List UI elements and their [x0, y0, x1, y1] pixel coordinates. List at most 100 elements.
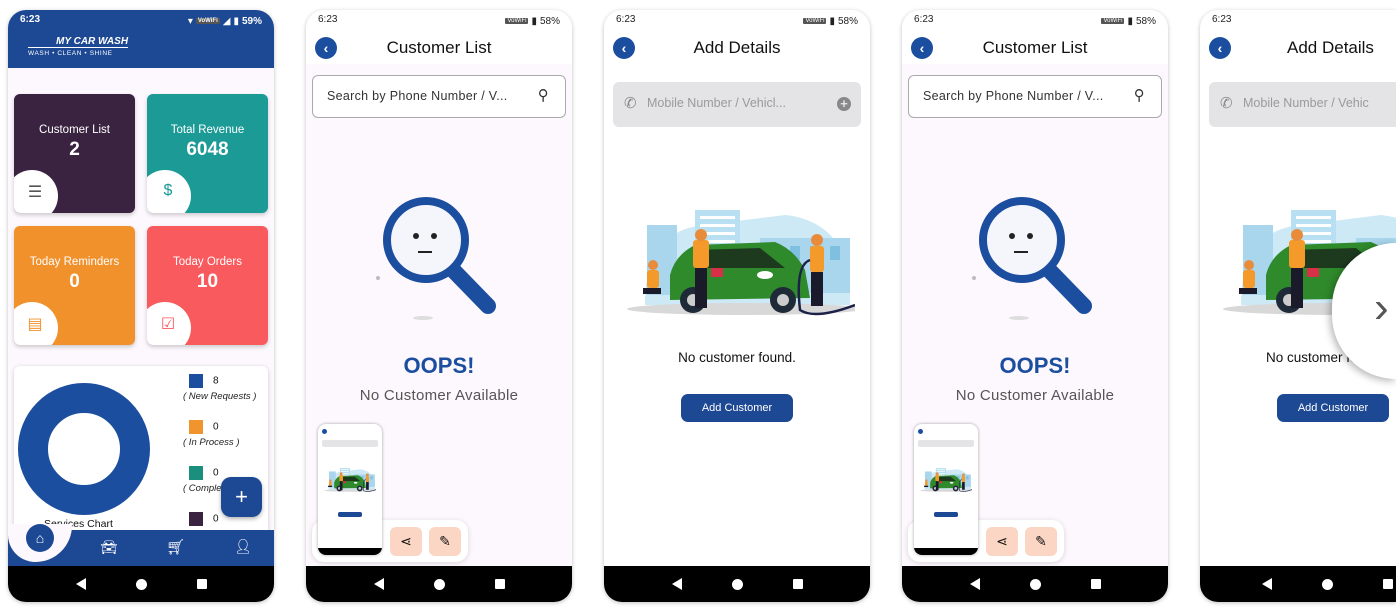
card-label: Today Orders — [172, 256, 243, 268]
empty-title: OOPS! — [403, 353, 475, 378]
reminder-icon: ▤ — [14, 302, 58, 345]
back-nav-icon[interactable] — [1262, 578, 1272, 590]
system-nav-bar — [1200, 566, 1396, 602]
search-input[interactable]: Search by Phone Number / V... ⚲ — [908, 75, 1162, 118]
services-donut-chart — [18, 383, 150, 515]
services-chart-card: Services Chart 8( New Requests ) 0( In P… — [14, 366, 268, 546]
search-input[interactable]: Search by Phone Number / V... ⚲ — [312, 75, 566, 118]
card-label: Customer List — [39, 124, 110, 136]
home-nav-icon[interactable] — [731, 578, 743, 590]
card-today-reminders[interactable]: Today Reminders 0 ▤ — [14, 226, 135, 345]
recents-nav-icon[interactable] — [1090, 579, 1101, 589]
page-title: Customer List — [982, 38, 1088, 57]
empty-message: No Customer Available — [359, 387, 519, 404]
empty-message: No customer found. — [678, 350, 796, 365]
field-placeholder: Mobile Number / Vehicl... — [647, 96, 786, 110]
empty-title: OOPS! — [999, 353, 1071, 378]
status-bar: 6:23 ▾ VoWiFi ◢ ▮ 59% — [20, 14, 262, 28]
status-bar: 6:23 VoWiFi ▮ 58% — [914, 14, 1156, 28]
status-time: 6:23 — [1212, 14, 1232, 25]
add-fab[interactable]: + — [221, 477, 262, 517]
brand-logo: MY CAR WASH WASH • CLEAN • SHINE — [28, 36, 129, 57]
search-placeholder: Search by Phone Number / V... — [923, 89, 1104, 103]
app-bar: ‹ Customer List — [306, 32, 572, 64]
phone-screen-add-details: 6:23 VoWiFi ▮ 58% ‹ Add Details ✆ Mobile Numb… — [604, 10, 870, 602]
home-nav-icon[interactable] — [1322, 578, 1333, 590]
home-nav-icon[interactable] — [135, 578, 147, 590]
card-value: 0 — [69, 271, 80, 292]
app-bar: ‹ Customer List — [902, 32, 1168, 64]
battery-level: 58% — [539, 15, 560, 27]
legend-value: 0 — [213, 513, 219, 525]
phone-screen-home: 6:23 ▾ VoWiFi ◢ ▮ 59% MY CAR WASH WASH • CLE… — [8, 10, 274, 602]
legend-other: 0 — [189, 512, 219, 526]
card-value: 2 — [69, 139, 80, 160]
search-placeholder: Search by Phone Number / V... — [327, 89, 508, 103]
revenue-icon: $ — [147, 170, 191, 213]
status-bar: 6:23 VoWiFi ▮ 58% — [616, 14, 858, 28]
car-icon[interactable]: 🚘︎ — [100, 539, 118, 556]
field-placeholder: Mobile Number / Vehic — [1243, 96, 1369, 110]
mobile-vehicle-input[interactable]: ✆ Mobile Number / Vehicl... + — [613, 82, 861, 127]
mobile-vehicle-input[interactable]: ✆ Mobile Number / Vehic — [1209, 82, 1396, 127]
phone-screen-customer-list: 6:23 VoWiFi ▮ 58% ‹ Customer List Search by … — [306, 10, 572, 602]
card-label: Total Revenue — [170, 124, 245, 136]
status-bar: 6:23 VoWiFi ▮ 58% — [318, 14, 560, 28]
screenshot-thumbnail[interactable] — [914, 424, 978, 555]
page-title: Add Details — [1287, 38, 1374, 57]
battery-icon: ▮ — [829, 15, 835, 27]
recents-nav-icon[interactable] — [494, 579, 505, 589]
edit-icon[interactable]: ✎ — [1025, 527, 1057, 556]
system-nav-bar — [8, 566, 274, 602]
card-value: 10 — [196, 271, 219, 292]
battery-level: 59% — [241, 15, 262, 27]
screenshot-thumbnail[interactable] — [318, 424, 382, 555]
battery-icon: ▮ — [1127, 15, 1133, 27]
search-icon[interactable]: ⚲ — [1134, 86, 1145, 104]
share-icon[interactable]: ⋖ — [390, 527, 422, 556]
battery-level: 58% — [837, 15, 858, 27]
signal-icon: ◢ — [222, 15, 231, 27]
recents-nav-icon[interactable] — [196, 579, 207, 589]
status-time: 6:23 — [914, 14, 934, 25]
back-button[interactable]: ‹ — [1209, 37, 1231, 59]
empty-message: No Customer Available — [955, 387, 1115, 404]
card-customer-list[interactable]: Customer List 2 ☰ — [14, 94, 135, 213]
add-circle-icon[interactable]: + — [837, 97, 851, 111]
card-total-revenue[interactable]: Total Revenue 6048 $ — [147, 94, 268, 213]
back-nav-icon[interactable] — [969, 578, 980, 590]
legend-label: ( In Process ) — [183, 437, 240, 448]
phone-icon: ✆ — [624, 95, 637, 112]
back-nav-icon[interactable] — [75, 578, 86, 590]
back-nav-icon[interactable] — [671, 578, 682, 590]
legend-swatch — [189, 512, 203, 526]
profile-icon[interactable]: 👤︎ — [234, 538, 252, 555]
app-bar: ‹ Add Details — [1200, 32, 1396, 64]
legend-label: ( New Requests ) — [183, 391, 257, 402]
bottom-nav: ⌂ 🚘︎ 🛒︎ 👤︎ — [8, 524, 274, 566]
search-icon[interactable]: ⚲ — [538, 86, 549, 104]
card-today-orders[interactable]: Today Orders 10 ☑ — [147, 226, 268, 345]
page-title: Add Details — [693, 38, 781, 57]
status-time: 6:23 — [20, 14, 41, 25]
share-icon[interactable]: ⋖ — [986, 527, 1018, 556]
recents-nav-icon[interactable] — [1383, 579, 1393, 589]
system-nav-bar — [902, 566, 1168, 602]
card-value: 6048 — [186, 139, 229, 160]
home-icon[interactable]: ⌂ — [26, 524, 54, 552]
cart-icon[interactable]: 🛒︎ — [166, 538, 185, 556]
app-bar: ‹ Add Details — [604, 32, 870, 64]
recents-nav-icon[interactable] — [792, 579, 803, 589]
car-wash-illustration — [625, 210, 855, 320]
status-time: 6:23 — [318, 14, 338, 25]
add-customer-button[interactable]: Add Customer — [1277, 394, 1389, 422]
home-nav-icon[interactable] — [433, 578, 445, 590]
legend-value: 0 — [213, 421, 219, 433]
phone-icon: ✆ — [1220, 95, 1233, 112]
edit-icon[interactable]: ✎ — [429, 527, 461, 556]
back-nav-icon[interactable] — [373, 578, 384, 590]
phone-screen-customer-list-2: 6:23 VoWiFi ▮ 58% ‹ Customer List Search by … — [902, 10, 1168, 602]
add-customer-button[interactable]: Add Customer — [681, 394, 793, 422]
home-nav-icon[interactable] — [1029, 578, 1041, 590]
battery-level: 58% — [1135, 15, 1156, 27]
